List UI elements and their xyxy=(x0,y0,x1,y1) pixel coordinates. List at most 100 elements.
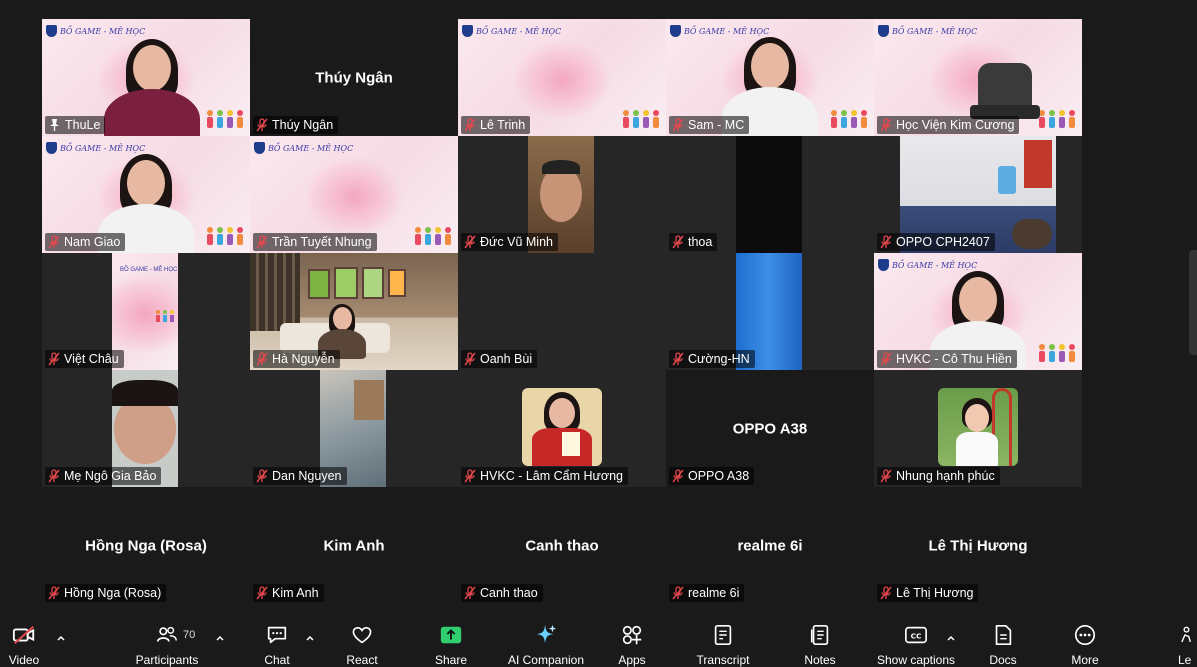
brand-logo: BỒ GAME - MÊ HỌC xyxy=(670,25,769,37)
participant-name-label: Oanh Bùi xyxy=(461,350,538,368)
participant-tile[interactable]: Đức Vũ Minh xyxy=(458,136,666,253)
participant-tile[interactable]: BỒ GAME - MÊ HỌC Học Viện Kim Cương xyxy=(874,19,1082,136)
muted-mic-icon xyxy=(672,469,684,483)
chat-icon xyxy=(267,626,287,644)
participant-name: Lê Trinh xyxy=(480,118,526,132)
meeting-toolbar: Video Participants 70 Chat React Share A… xyxy=(0,619,1197,667)
muted-mic-icon xyxy=(256,352,268,366)
participant-name-label: OPPO A38 xyxy=(669,467,755,485)
show-captions-button[interactable]: CC Show captions xyxy=(876,623,956,667)
heart-icon xyxy=(352,626,372,644)
participant-tile[interactable]: OPPO CPH2407 xyxy=(874,136,1082,253)
muted-mic-icon xyxy=(672,235,684,249)
share-button[interactable]: Share xyxy=(435,623,467,667)
docs-button[interactable]: Docs xyxy=(988,623,1018,667)
participants-icon xyxy=(156,626,177,642)
participant-name-label: Thúy Ngân xyxy=(253,116,339,134)
transcript-button[interactable]: Transcript xyxy=(694,623,752,667)
participant-tile[interactable]: BỒ GAME - MÊ HỌC Nam Giao xyxy=(42,136,250,253)
gallery-grid: BỒ GAME - MÊ HỌC ThuLe Thúy Ngân Thúy Ngân B… xyxy=(42,19,1082,617)
participant-name-label: Nhung hạnh phúc xyxy=(877,467,1000,485)
participant-tile[interactable]: Mẹ Ngô Gia Bảo xyxy=(42,370,250,487)
transcript-icon xyxy=(714,624,732,646)
participant-name: HVKC - Cô Thu Hiền xyxy=(896,352,1012,366)
participant-name: Kim Anh xyxy=(272,586,319,600)
video-button[interactable]: Video xyxy=(6,623,42,667)
participant-tile[interactable]: BỒ GAME - MÊ HỌC Việt Châu xyxy=(42,253,250,370)
participant-tile[interactable]: BỒ GAME - MÊ HỌC ThuLe xyxy=(42,19,250,136)
participant-tile[interactable]: thoa xyxy=(666,136,874,253)
captions-options-caret-icon[interactable] xyxy=(946,633,956,643)
participant-tile[interactable]: Kim Anh Kim Anh xyxy=(250,487,458,604)
participant-tile[interactable]: HVKC - Lâm Cẩm Hương xyxy=(458,370,666,487)
participant-tile[interactable]: OPPO A38 OPPO A38 xyxy=(666,370,874,487)
participant-tile[interactable]: Oanh Bùi xyxy=(458,253,666,370)
more-dots-icon xyxy=(1074,624,1096,646)
brand-logo: BỒ GAME - MÊ HỌC xyxy=(878,25,977,37)
video-options-caret-icon[interactable] xyxy=(56,633,66,643)
participant-name-label: OPPO CPH2407 xyxy=(877,233,995,251)
muted-mic-icon xyxy=(256,118,268,132)
participant-name-label: Trần Tuyết Nhung xyxy=(253,233,377,251)
participant-tile[interactable]: Thúy Ngân Thúy Ngân xyxy=(250,19,458,136)
meeting-window: BỒ GAME - MÊ HỌC ThuLe Thúy Ngân Thúy Ngân B… xyxy=(0,0,1197,667)
participant-display-name: Thúy Ngân xyxy=(315,69,393,86)
participant-name-label: Canh thao xyxy=(461,584,543,602)
video-off-icon xyxy=(12,625,35,645)
participant-tile[interactable]: Lê Thị Hương Lê Thị Hương xyxy=(874,487,1082,604)
muted-mic-icon xyxy=(48,586,60,600)
muted-mic-icon xyxy=(464,118,476,132)
muted-mic-icon xyxy=(672,586,684,600)
participant-name-label: HVKC - Lâm Cẩm Hương xyxy=(461,467,628,485)
participant-tile[interactable]: realme 6i realme 6i xyxy=(666,487,874,604)
participant-tile[interactable]: Hà Nguyễn xyxy=(250,253,458,370)
muted-mic-icon xyxy=(672,352,684,366)
chat-options-caret-icon[interactable] xyxy=(305,633,315,643)
participant-tile[interactable]: Hồng Nga (Rosa) Hồng Nga (Rosa) xyxy=(42,487,250,604)
participant-tile[interactable]: Nhung hạnh phúc xyxy=(874,370,1082,487)
participant-tile[interactable]: Dan Nguyen xyxy=(250,370,458,487)
participant-tile[interactable]: BỒ GAME - MÊ HỌC Lê Trinh xyxy=(458,19,666,136)
react-label: React xyxy=(346,653,378,667)
apps-button[interactable]: Apps xyxy=(617,623,647,667)
participants-options-caret-icon[interactable] xyxy=(215,633,225,643)
react-button[interactable]: React xyxy=(346,623,378,667)
children-illustration-icon xyxy=(1039,344,1075,362)
more-button[interactable]: More xyxy=(1070,623,1100,667)
ai-companion-button[interactable]: AI Companion xyxy=(507,623,585,667)
logo-text: BỒ GAME - MÊ HỌC xyxy=(684,26,770,36)
participant-name: Cường-HN xyxy=(688,352,750,366)
muted-mic-icon xyxy=(256,469,268,483)
closed-captions-icon: CC xyxy=(905,626,927,644)
participant-tile[interactable]: Cường-HN xyxy=(666,253,874,370)
leave-button[interactable]: Le xyxy=(1178,623,1197,667)
participant-name: Dan Nguyen xyxy=(272,469,342,483)
participant-name-label: Cường-HN xyxy=(669,350,755,368)
share-label: Share xyxy=(434,653,468,667)
participant-name: thoa xyxy=(688,235,713,249)
participant-name: HVKC - Lâm Cẩm Hương xyxy=(480,469,623,483)
participant-name: Mẹ Ngô Gia Bảo xyxy=(64,469,157,483)
participant-tile[interactable]: Canh thao Canh thao xyxy=(458,487,666,604)
more-label: More xyxy=(1071,653,1099,667)
share-screen-icon xyxy=(440,626,462,644)
muted-mic-icon xyxy=(48,469,60,483)
notes-button[interactable]: Notes xyxy=(802,623,838,667)
brand-logo: BỒ GAME - MÊ HỌC xyxy=(46,142,145,154)
gallery-scroll-handle[interactable] xyxy=(1189,250,1197,355)
leave-person-icon xyxy=(1181,626,1191,643)
participant-tile[interactable]: BỒ GAME - MÊ HỌC Trần Tuyết Nhung xyxy=(250,136,458,253)
participant-name: Trần Tuyết Nhung xyxy=(272,235,372,249)
participant-avatar xyxy=(522,388,602,466)
chat-button[interactable]: Chat xyxy=(262,623,292,667)
participant-tile[interactable]: BỒ GAME - MÊ HỌC Sam - MC xyxy=(666,19,874,136)
participant-name-label: Hồng Nga (Rosa) xyxy=(45,584,167,602)
participant-display-name: Kim Anh xyxy=(323,537,385,554)
participant-name-label: Kim Anh xyxy=(253,584,324,602)
participant-name: OPPO CPH2407 xyxy=(896,235,990,249)
notes-label: Notes xyxy=(804,653,836,667)
docs-icon xyxy=(995,624,1012,646)
participant-tile[interactable]: BỒ GAME - MÊ HỌC HVKC - Cô Thu Hiền xyxy=(874,253,1082,370)
muted-mic-icon xyxy=(880,352,892,366)
participant-name: Học Viện Kim Cương xyxy=(896,118,1015,132)
